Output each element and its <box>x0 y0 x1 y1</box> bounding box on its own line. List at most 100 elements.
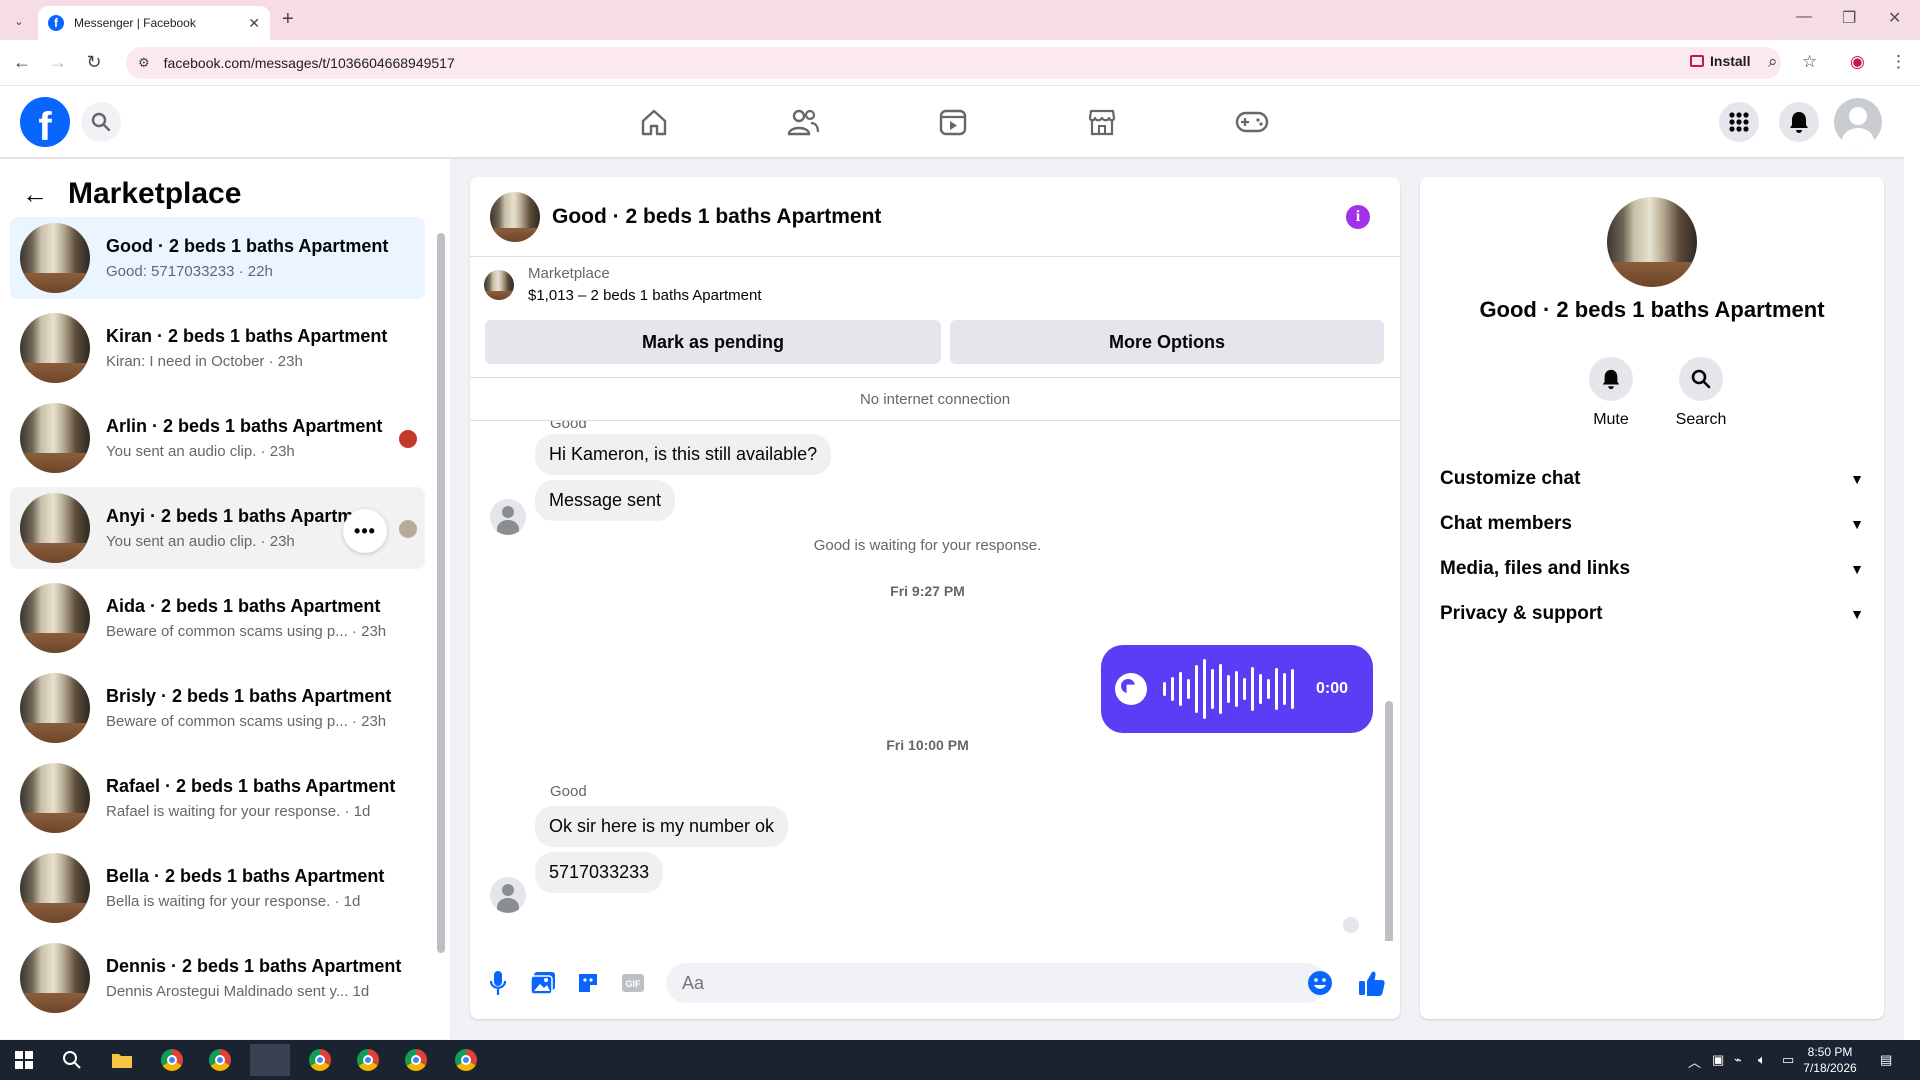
back-arrow-icon[interactable]: ← <box>22 179 48 210</box>
tray-chevron-icon[interactable]: ︿ <box>1688 1052 1701 1071</box>
active-window-taskbar-slot[interactable] <box>250 1044 290 1076</box>
message-bubble[interactable]: Ok sir here is my number ok <box>535 806 789 847</box>
marketplace-conversation-sidebar: ← Marketplace Good · 2 beds 1 baths Apar… <box>0 159 450 1039</box>
page-scrollbar[interactable] <box>1904 86 1920 1040</box>
conversation-info-icon[interactable]: i <box>1346 205 1370 229</box>
thumbs-up-icon[interactable] <box>1358 969 1386 997</box>
system-clock[interactable]: 8:50 PM 7/18/2026 <box>1800 1044 1860 1076</box>
tab-list-chevron-icon[interactable]: ⌄ <box>8 10 30 32</box>
new-tab-icon[interactable]: + <box>282 8 294 31</box>
back-icon[interactable]: ← <box>10 52 34 73</box>
conversation-name: Dennis · 2 beds 1 baths Apartment <box>106 956 402 976</box>
profile-icon[interactable]: ◉ <box>1850 52 1865 72</box>
conversation-item[interactable]: Anyi · 2 beds 1 baths Apartm You sent an… <box>10 487 425 569</box>
facebook-logo-icon[interactable]: f <box>20 97 70 147</box>
mute-label: Mute <box>1593 411 1629 428</box>
minimize-icon[interactable]: — <box>1796 8 1812 26</box>
zoom-icon[interactable]: ⌕ <box>1768 52 1778 72</box>
mark-as-pending-button[interactable]: Mark as pending <box>485 320 941 364</box>
chat-title[interactable]: Good · 2 beds 1 baths Apartment <box>552 205 881 229</box>
menu-kebab-icon[interactable]: ⋮ <box>1890 52 1907 72</box>
customize-chat-section[interactable]: Customize chat ▼ <box>1440 459 1864 499</box>
reload-icon[interactable]: ↻ <box>82 52 106 73</box>
listing-thumbnail <box>20 673 90 743</box>
message-input[interactable] <box>666 963 1326 1003</box>
chat-listing-thumbnail[interactable] <box>490 191 540 242</box>
more-options-button[interactable]: More Options <box>950 320 1384 364</box>
tab-close-icon[interactable]: ✕ <box>248 15 260 32</box>
seen-avatar <box>399 520 417 538</box>
microphone-icon[interactable] <box>484 969 512 997</box>
conversation-item[interactable]: Arlin · 2 beds 1 baths Apartment You sen… <box>10 397 425 479</box>
listing-thumbnail <box>20 763 90 833</box>
conversation-item[interactable]: Rafael · 2 beds 1 baths Apartment Rafael… <box>10 757 425 839</box>
account-avatar[interactable] <box>1834 98 1882 146</box>
audio-play-icon[interactable] <box>1115 673 1147 705</box>
marketplace-icon[interactable] <box>1082 102 1122 142</box>
gaming-icon[interactable] <box>1232 102 1272 142</box>
info-listing-thumbnail[interactable] <box>1607 197 1697 287</box>
chrome-taskbar-icon[interactable] <box>446 1044 486 1076</box>
chrome-taskbar-icon[interactable] <box>348 1044 388 1076</box>
chrome-taskbar-icon[interactable] <box>200 1044 240 1076</box>
gif-icon[interactable]: GIF <box>619 969 647 997</box>
site-info-icon[interactable]: ⚙ <box>138 55 150 71</box>
windows-start-icon[interactable] <box>4 1044 44 1076</box>
friends-icon[interactable] <box>783 102 823 142</box>
display-icon[interactable]: ▭ <box>1782 1052 1794 1068</box>
listing-thumbnail-small <box>484 269 514 300</box>
clock-date: 7/18/2026 <box>1803 1061 1857 1075</box>
conversation-item[interactable]: Good · 2 beds 1 baths Apartment Good: 57… <box>10 217 425 299</box>
chat-members-section[interactable]: Chat members ▼ <box>1440 504 1864 544</box>
chrome-taskbar-icon[interactable] <box>300 1044 340 1076</box>
chrome-taskbar-icon[interactable] <box>396 1044 436 1076</box>
menu-grid-button[interactable] <box>1719 102 1759 142</box>
conversation-preview: Bella is waiting for your response. · 1d <box>106 893 361 910</box>
message-bubble[interactable]: Message sent <box>535 480 676 521</box>
marketplace-listing-banner[interactable]: Marketplace $1,013 – 2 beds 1 baths Apar… <box>484 265 762 304</box>
conversation-preview: Rafael is waiting for your response. · 1… <box>106 803 371 820</box>
conversation-item[interactable]: Dennis · 2 beds 1 baths Apartment Dennis… <box>10 937 425 1019</box>
network-icon[interactable]: ⌁ <box>1734 1052 1742 1068</box>
conversation-item[interactable]: Bella · 2 beds 1 baths Apartment Bella i… <box>10 847 425 929</box>
facebook-search-button[interactable] <box>81 102 121 142</box>
message-bubble[interactable]: Hi Kameron, is this still available? <box>535 434 832 475</box>
message-bubble[interactable]: 5717033233 <box>535 852 664 893</box>
address-bar[interactable]: ⚙ facebook.com/messages/t/10366046689495… <box>126 47 1781 79</box>
conversation-item[interactable]: Aida · 2 beds 1 baths Apartment Beware o… <box>10 577 425 659</box>
browser-tab[interactable]: f Messenger | Facebook ✕ <box>38 6 270 40</box>
chrome-taskbar-icon[interactable] <box>152 1044 192 1076</box>
chevron-down-icon: ▼ <box>1850 606 1864 622</box>
search-in-conversation-action[interactable]: Search <box>1661 357 1741 429</box>
window-close-icon[interactable]: ✕ <box>1888 8 1901 28</box>
emoji-icon[interactable] <box>1306 969 1334 997</box>
notifications-button[interactable] <box>1779 102 1819 142</box>
forward-icon[interactable]: → <box>46 52 70 73</box>
sidebar-scrollbar[interactable] <box>437 221 445 971</box>
conversation-item[interactable]: Brisly · 2 beds 1 baths Apartment Beware… <box>10 667 425 749</box>
conversation-preview: Good: 5717033233 · 22h <box>106 263 273 280</box>
notification-center-icon[interactable]: ▤ <box>1880 1052 1892 1068</box>
sender-avatar[interactable] <box>490 499 526 535</box>
conversation-preview: Kiran: I need in October · 23h <box>106 353 303 370</box>
restore-icon[interactable]: ❐ <box>1842 8 1856 28</box>
sticker-icon[interactable] <box>574 969 602 997</box>
browser-toolbar: ← → ↻ ⚙ facebook.com/messages/t/10366046… <box>0 40 1920 86</box>
file-explorer-icon[interactable] <box>102 1044 142 1076</box>
sender-avatar[interactable] <box>490 877 526 913</box>
mute-action[interactable]: Mute <box>1571 357 1651 429</box>
bookmark-star-icon[interactable]: ☆ <box>1802 52 1817 72</box>
taskbar-search-icon[interactable] <box>52 1044 92 1076</box>
conversation-more-button[interactable]: ••• <box>343 509 387 553</box>
chat-scrollbar[interactable] <box>1385 701 1393 941</box>
audio-message-bubble[interactable]: 0:00 <box>1101 645 1373 733</box>
photo-attach-icon[interactable] <box>529 969 557 997</box>
video-icon[interactable] <box>933 102 973 142</box>
conversation-item[interactable]: Kiran · 2 beds 1 baths Apartment Kiran: … <box>10 307 425 389</box>
home-icon[interactable] <box>634 102 674 142</box>
volume-icon[interactable]: 🔈︎ <box>1758 1052 1766 1068</box>
privacy-support-section[interactable]: Privacy & support ▼ <box>1440 594 1864 634</box>
install-app-button[interactable]: Install <box>1690 53 1750 69</box>
tray-app-icon[interactable]: ▣ <box>1712 1052 1724 1068</box>
media-files-links-section[interactable]: Media, files and links ▼ <box>1440 549 1864 589</box>
